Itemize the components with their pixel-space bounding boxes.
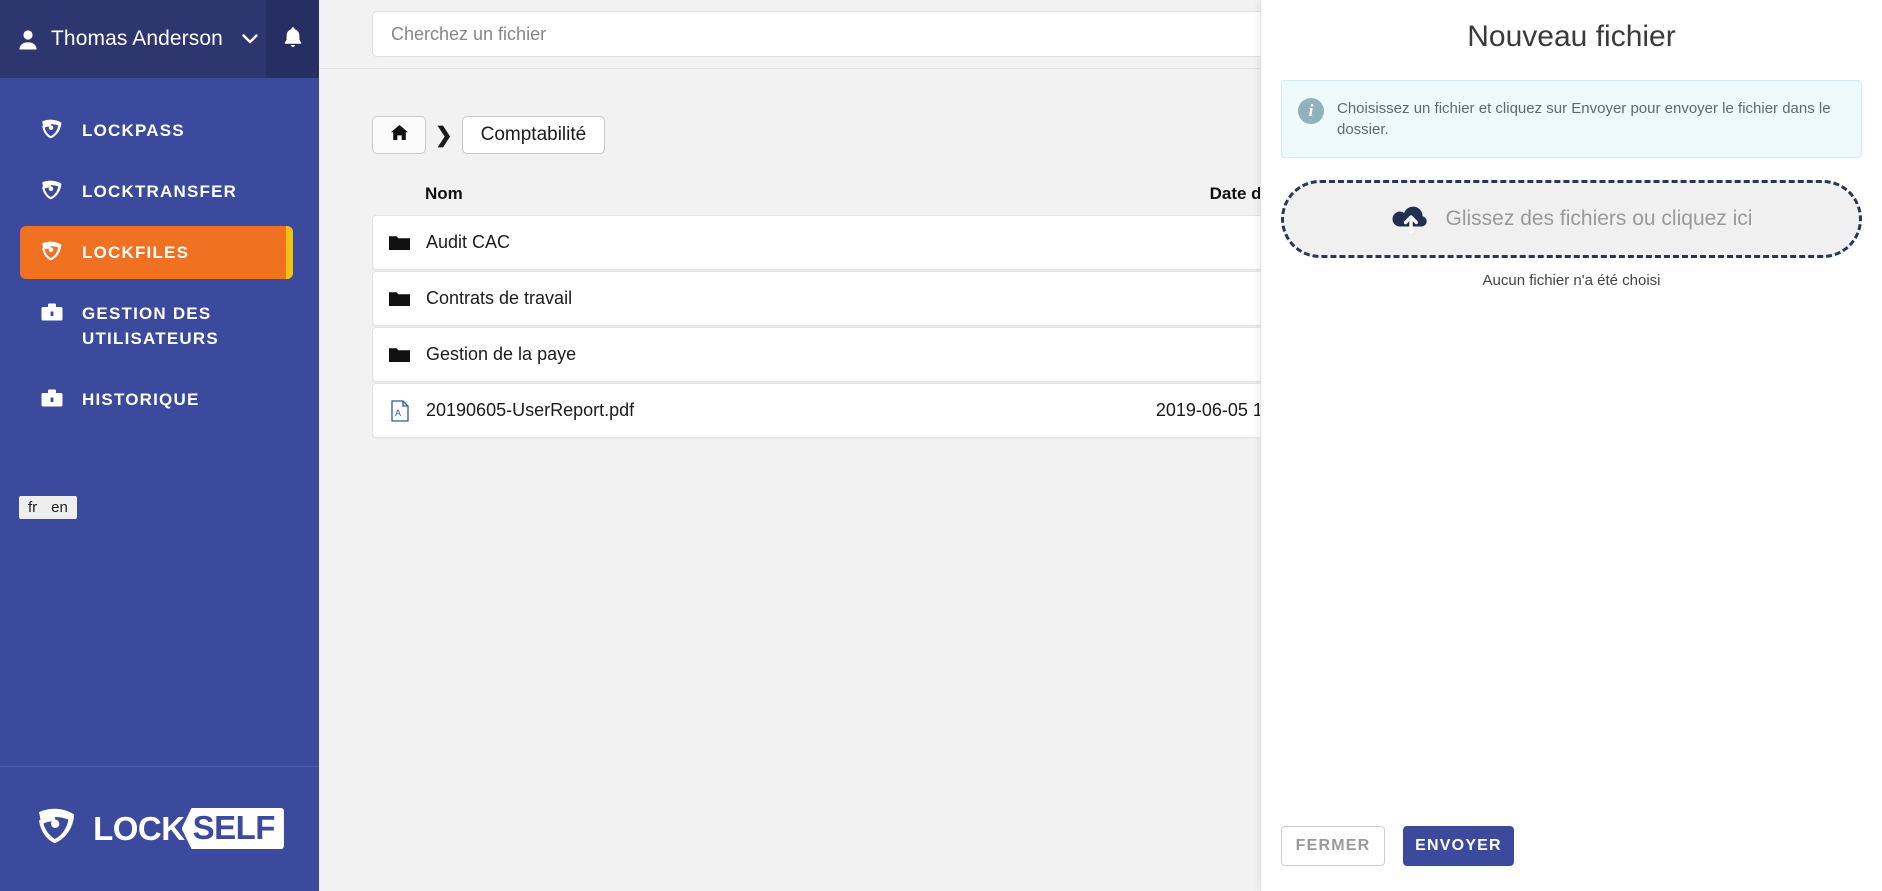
folder-icon	[373, 346, 426, 364]
shield-icon	[40, 118, 66, 140]
info-alert-text: Choisissez un fichier et cliquez sur Env…	[1337, 100, 1831, 138]
file-name: Contrats de travail	[426, 288, 573, 308]
user-icon	[18, 28, 38, 50]
breadcrumb-item-label: Comptabilité	[480, 124, 587, 145]
shield-icon	[40, 179, 66, 201]
breadcrumb-home-button[interactable]	[372, 116, 426, 154]
sidebar-nav: LOCKPASS LOCKTRANSFER LOCKFILES GESTION …	[0, 78, 319, 426]
sidebar-item-label: HISTORIQUE	[82, 390, 200, 409]
sidebar-item-label: LOCKPASS	[82, 121, 185, 140]
file-name: Gestion de la paye	[426, 344, 577, 364]
file-name: Audit CAC	[426, 232, 511, 252]
shield-icon	[40, 240, 66, 262]
cloud-upload-icon	[1391, 204, 1431, 234]
info-alert: i Choisissez un fichier et cliquez sur E…	[1281, 80, 1862, 158]
sidebar-item-historique[interactable]: HISTORIQUE	[0, 373, 319, 426]
sidebar-item-lockpass[interactable]: LOCKPASS	[0, 104, 319, 157]
sidebar-item-label: LOCKFILES	[82, 243, 190, 262]
notifications-button[interactable]	[266, 0, 319, 78]
shield-icon	[35, 805, 79, 852]
briefcase-icon	[40, 301, 66, 323]
briefcase-icon	[40, 387, 66, 409]
user-name: Thomas Anderson	[51, 27, 223, 50]
logo-text-lock: LOCK	[93, 809, 185, 847]
sidebar-item-label: GESTION DES UTILISATEURS	[82, 304, 219, 348]
panel-title: Nouveau fichier	[1467, 20, 1676, 53]
brand-logo: LOCK SELF	[0, 766, 319, 891]
sidebar-item-gestion-des-utilisateurs[interactable]: GESTION DES UTILISATEURS	[0, 287, 319, 365]
sidebar: Thomas Anderson LOCKPASS LOCKTRANSFER LO…	[0, 0, 319, 891]
pdf-file-icon: A	[373, 399, 426, 422]
breadcrumb-separator: ❯	[435, 123, 453, 147]
dropzone-label: Glissez des fichiers ou cliquez ici	[1445, 207, 1753, 230]
language-switcher[interactable]: fr en	[19, 496, 77, 519]
sidebar-header: Thomas Anderson	[0, 0, 319, 78]
panel-footer: FERMER ENVOYER	[1261, 826, 1882, 891]
selected-file-status: Aucun fichier n'a été choisi	[1482, 272, 1661, 289]
send-button[interactable]: ENVOYER	[1403, 826, 1514, 866]
bell-icon	[283, 26, 303, 53]
sidebar-item-locktransfer[interactable]: LOCKTRANSFER	[0, 165, 319, 218]
new-file-panel: Nouveau fichier i Choisissez un fichier …	[1260, 0, 1882, 891]
breadcrumb-item-comptabilite[interactable]: Comptabilité	[461, 116, 606, 154]
language-option-en[interactable]: en	[44, 498, 75, 517]
svg-text:A: A	[395, 408, 401, 418]
logo-text-self: SELF	[181, 808, 284, 849]
close-button[interactable]: FERMER	[1281, 826, 1385, 866]
file-dropzone[interactable]: Glissez des fichiers ou cliquez ici	[1281, 180, 1862, 258]
column-header-name[interactable]: Nom	[372, 184, 962, 204]
info-icon: i	[1298, 98, 1324, 124]
sidebar-item-lockfiles[interactable]: LOCKFILES	[20, 226, 293, 279]
folder-icon	[373, 290, 426, 308]
sidebar-item-label: LOCKTRANSFER	[82, 182, 238, 201]
language-option-fr[interactable]: fr	[21, 498, 44, 517]
user-menu[interactable]: Thomas Anderson	[0, 0, 260, 78]
chevron-down-icon[interactable]	[241, 30, 259, 48]
application-root: Thomas Anderson LOCKPASS LOCKTRANSFER LO…	[0, 0, 1882, 891]
file-name: 20190605-UserReport.pdf	[426, 400, 635, 420]
folder-icon	[373, 234, 426, 252]
home-icon	[390, 124, 409, 146]
